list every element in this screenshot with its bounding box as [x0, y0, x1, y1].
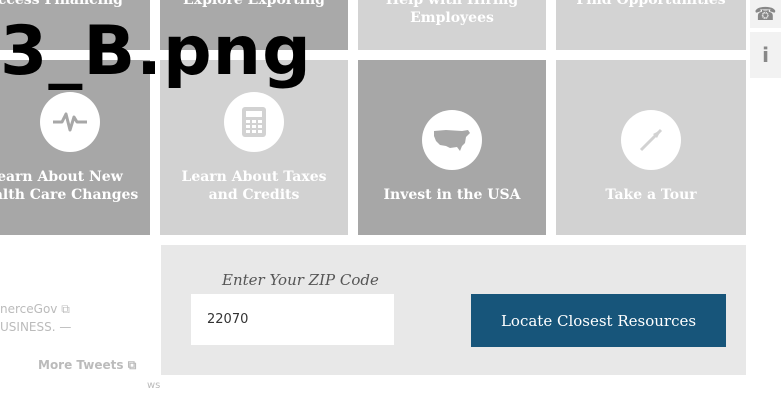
- tweet-partial-text: ws: [147, 380, 161, 391]
- tile-label: Invest in the USA: [383, 187, 521, 203]
- zip-label: Enter Your ZIP Code: [222, 271, 379, 289]
- tile-label: Explore Exporting: [183, 0, 325, 8]
- tweet-handle[interactable]: nerceGov ⧉: [0, 302, 70, 317]
- tile-take-tour[interactable]: Take a Tour: [556, 60, 746, 235]
- phone-icon: ☎: [754, 3, 777, 25]
- locate-resources-button[interactable]: Locate Closest Resources: [471, 294, 726, 347]
- tile-label: Find Opportunities: [576, 0, 726, 8]
- more-tweets-link[interactable]: More Tweets ⧉: [38, 358, 136, 373]
- tile-find-opportunities[interactable]: Find Opportunities: [556, 0, 746, 50]
- usa-map-icon: [422, 110, 482, 170]
- calculator-icon: [224, 91, 284, 152]
- compass-icon: [621, 110, 681, 170]
- heartbeat-icon: [40, 91, 100, 152]
- tweet-snippet: USINESS. —: [0, 320, 72, 334]
- zip-input[interactable]: [191, 294, 394, 345]
- tile-help-hiring[interactable]: Help with Hiring Employees: [358, 0, 546, 50]
- tile-invest-usa[interactable]: Invest in the USA: [358, 60, 546, 235]
- phone-button[interactable]: ☎: [750, 0, 781, 28]
- tile-label: Help with Hiring Employees: [385, 0, 519, 26]
- tile-label: Access Financing: [0, 0, 123, 8]
- info-icon: i: [762, 43, 769, 67]
- tile-label: Learn About New Health Care Changes: [0, 168, 139, 203]
- tile-label: Learn About Taxes and Credits: [181, 168, 327, 203]
- external-link-icon: ⧉: [127, 358, 137, 372]
- info-button[interactable]: i: [750, 32, 781, 78]
- tile-label: Take a Tour: [605, 187, 697, 203]
- filename-overlay: 3_B.png: [0, 12, 312, 91]
- external-link-icon: ⧉: [61, 302, 70, 316]
